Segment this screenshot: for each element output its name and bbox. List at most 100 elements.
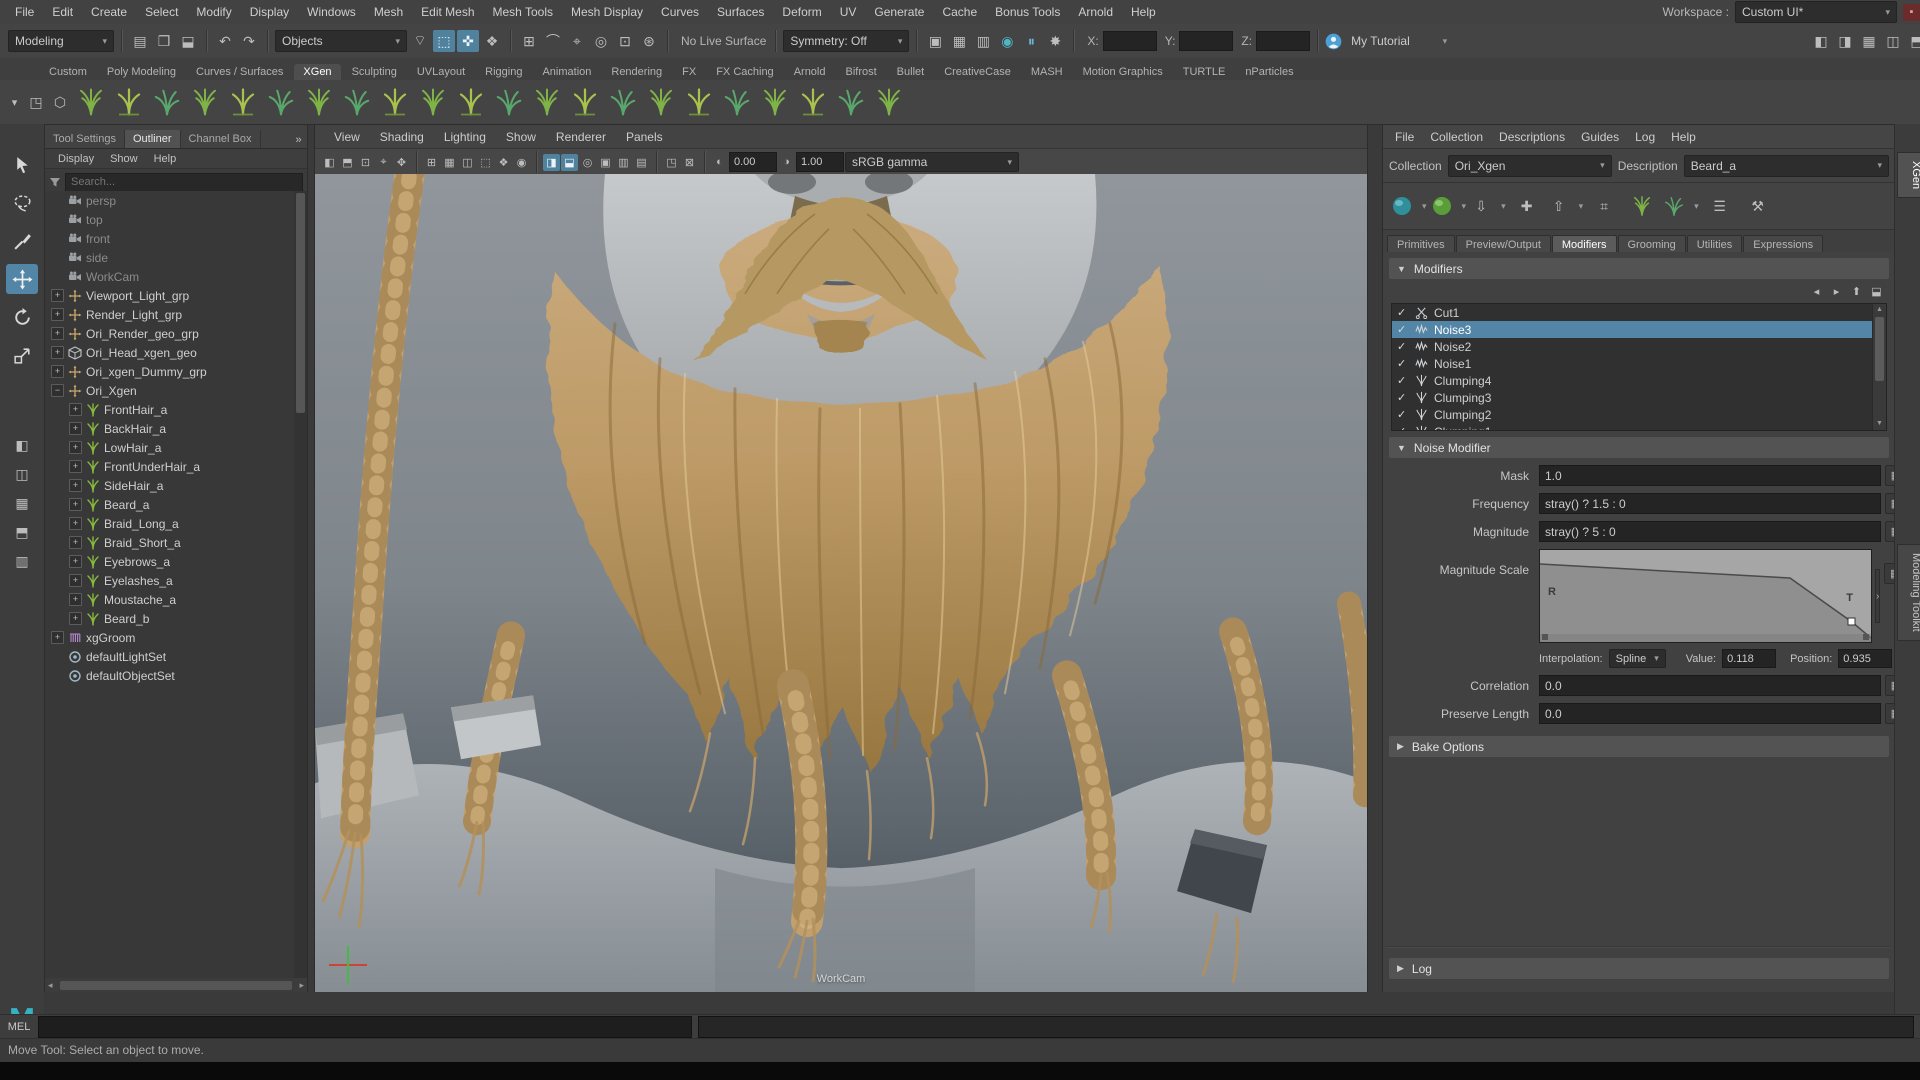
use-default-material-icon[interactable]: ◎ [579, 154, 596, 171]
gamma-input[interactable] [796, 152, 844, 172]
move-tool-button[interactable] [6, 264, 38, 294]
workspace-dropdown[interactable]: Custom UI*▾ [1735, 1, 1897, 23]
guide-tool-button[interactable] [1625, 189, 1659, 223]
wireframe-on-shaded-icon[interactable]: ◨ [543, 154, 560, 171]
modifier-row[interactable]: ✓Clumping3 [1392, 389, 1886, 406]
add-primitive-button[interactable]: ✚ [1510, 189, 1544, 223]
camera-attributes-icon[interactable]: ⊡ [357, 154, 374, 171]
film-gate-icon[interactable]: ▦ [441, 154, 458, 171]
magnitude-input[interactable] [1539, 521, 1881, 542]
shelf-tab[interactable]: TURTLE [1174, 64, 1235, 80]
menubar-item[interactable]: Help [1122, 1, 1165, 24]
lasso-tool-button[interactable] [6, 188, 38, 218]
custom-layout-icon[interactable]: ▥ [11, 550, 33, 572]
outliner-item[interactable]: +Viewport_Light_grp [45, 286, 294, 305]
snap-projected-center-icon[interactable]: ◎ [590, 30, 612, 52]
shelf-tab[interactable]: Rigging [476, 64, 531, 80]
exposure-input[interactable] [729, 152, 777, 172]
update-preview-button[interactable]: ▾ [1431, 189, 1467, 223]
x-coordinate-input[interactable] [1103, 31, 1157, 51]
frequency-input[interactable] [1539, 493, 1881, 514]
outliner-item[interactable]: +xgGroom [45, 628, 294, 647]
shelf-tab[interactable]: Motion Graphics [1074, 64, 1172, 80]
modifier-row[interactable]: ✓Clumping1 [1392, 423, 1886, 431]
outliner-item[interactable]: +Eyebrows_a [45, 552, 294, 571]
outliner-item[interactable]: −Ori_Xgen [45, 381, 294, 400]
xgen-menu-item[interactable]: Descriptions [1491, 130, 1573, 144]
new-scene-icon[interactable]: ▤ [129, 30, 151, 52]
shelf-tab[interactable]: Curves / Surfaces [187, 64, 292, 80]
shadows-icon[interactable]: ▣ [597, 154, 614, 171]
y-coordinate-input[interactable] [1179, 31, 1233, 51]
shelf-item-icon[interactable]: ◳ [25, 91, 47, 113]
outliner-item[interactable]: +Ori_Head_xgen_geo [45, 343, 294, 362]
select-object-icon[interactable]: ⬚ [433, 30, 455, 52]
grid-toggle-icon[interactable]: ⊞ [423, 154, 440, 171]
textured-display-icon[interactable]: ⬓ [561, 154, 578, 171]
mask-input[interactable] [1539, 465, 1881, 486]
ramp-marker-r[interactable]: R [1548, 586, 1556, 598]
viewport-menu-item[interactable]: Shading [371, 130, 433, 144]
collapse-toggle[interactable]: − [51, 384, 64, 397]
redo-icon[interactable]: ↷ [238, 30, 260, 52]
shelf-tab[interactable]: Sculpting [343, 64, 406, 80]
outliner-item[interactable]: +Render_Light_grp [45, 305, 294, 324]
two-pane-layout-icon[interactable]: ◨ [1834, 30, 1856, 52]
symmetry-dropdown[interactable]: Symmetry: Off▾ [783, 30, 909, 52]
xgen-menu-item[interactable]: Log [1627, 130, 1663, 144]
outliner-item[interactable]: +Braid_Short_a [45, 533, 294, 552]
shelf-menu-icon[interactable]: ▾ [6, 94, 23, 111]
xgen-shelf-button[interactable] [643, 83, 679, 121]
expand-toggle[interactable]: + [51, 631, 64, 644]
modifier-row[interactable]: ✓Clumping2 [1392, 406, 1886, 423]
tab-outliner[interactable]: Outliner [125, 130, 181, 148]
xgen-shelf-button[interactable] [833, 83, 869, 121]
xgen-menu-item[interactable]: File [1387, 130, 1422, 144]
account-dropdown[interactable]: My Tutorial▾ [1344, 30, 1454, 52]
expand-toggle[interactable]: + [69, 479, 82, 492]
xgen-shelf-button[interactable] [111, 83, 147, 121]
filter-icon[interactable] [49, 176, 61, 188]
ramp-marker-t[interactable]: T [1846, 592, 1853, 604]
xgen-shelf-button[interactable] [491, 83, 527, 121]
scroll-right-icon[interactable]: ▸ [296, 980, 307, 991]
view-transform-dropdown[interactable]: sRGB gamma▾ [845, 152, 1019, 172]
live-surface-button[interactable]: No Live Surface [681, 34, 766, 48]
expand-toggle[interactable]: + [69, 612, 82, 625]
expand-toggle[interactable]: + [69, 574, 82, 587]
value-input[interactable] [1722, 649, 1776, 668]
create-description-button[interactable]: ▾ [1391, 189, 1427, 223]
expand-toggle[interactable]: + [69, 441, 82, 454]
menubar-item[interactable]: Surfaces [708, 1, 773, 24]
menubar-item[interactable]: Deform [773, 1, 830, 24]
outliner-item[interactable]: +FrontHair_a [45, 400, 294, 419]
menubar-item[interactable]: Curves [652, 1, 708, 24]
xgen-menu-item[interactable]: Collection [1422, 130, 1491, 144]
expand-toggle[interactable]: + [51, 308, 64, 321]
ambient-occlusion-icon[interactable]: ▥ [615, 154, 632, 171]
field-chart-icon[interactable]: ❖ [495, 154, 512, 171]
select-tool-button[interactable] [6, 150, 38, 180]
ramp-expand-button[interactable]: › [1875, 569, 1880, 623]
snap-grid-icon[interactable]: ⊞ [518, 30, 540, 52]
modifier-enabled-checkbox[interactable]: ✓ [1397, 340, 1409, 353]
expand-toggle[interactable]: + [69, 422, 82, 435]
outliner-item[interactable]: +Beard_b [45, 609, 294, 628]
outliner-item[interactable]: +Moustache_a [45, 590, 294, 609]
menubar-item[interactable]: Edit Mesh [412, 1, 483, 24]
workspace-warning-icon[interactable]: ▪ [1903, 4, 1920, 21]
xgen-shelf-button[interactable] [149, 83, 185, 121]
expand-toggle[interactable]: + [51, 289, 64, 302]
menubar-item[interactable]: UV [831, 1, 866, 24]
modifier-enabled-checkbox[interactable]: ✓ [1397, 306, 1409, 319]
xgen-shelf-button[interactable] [529, 83, 565, 121]
outliner-item[interactable]: +Eyelashes_a [45, 571, 294, 590]
outliner-item[interactable]: defaultLightSet [45, 647, 294, 666]
outliner-horizontal-scrollbar[interactable]: ◂ ▸ [45, 978, 307, 993]
resolution-gate-icon[interactable]: ◫ [459, 154, 476, 171]
viewport-menu-item[interactable]: Panels [617, 130, 672, 144]
xgen-menu-item[interactable]: Guides [1573, 130, 1627, 144]
outliner-vertical-scrollbar[interactable] [294, 191, 307, 978]
xgen-shelf-button[interactable] [263, 83, 299, 121]
modifier-folder-icon[interactable]: ⬓ [1868, 283, 1885, 300]
